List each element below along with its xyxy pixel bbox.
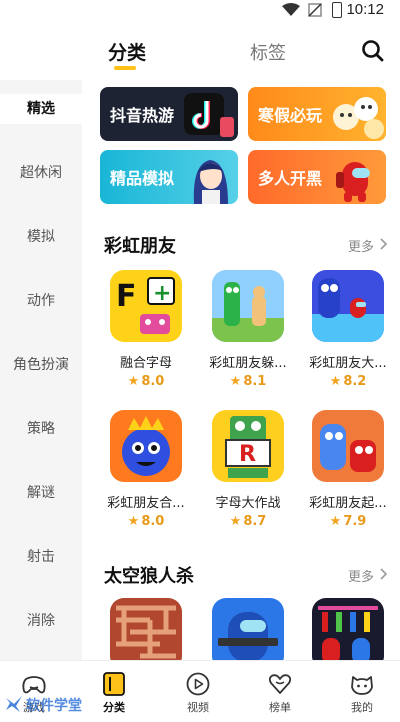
- active-tab-underline: [114, 66, 136, 70]
- status-time: 10:12: [346, 1, 384, 18]
- sidebar-item-hypercasual[interactable]: 超休闲: [0, 158, 82, 188]
- game-rating: ★ 8.0: [127, 514, 165, 529]
- star-icon: ★: [229, 374, 242, 389]
- star-icon: ★: [127, 514, 140, 529]
- star-icon: ★: [329, 514, 342, 529]
- game-icon-rainbow-hide: [212, 270, 284, 342]
- game-card[interactable]: F + 融合字母 ★ 8.0: [100, 270, 192, 390]
- svg-text:+: +: [153, 281, 171, 306]
- game-card[interactable]: 彩虹朋友躲... ★ 8.1: [202, 270, 294, 390]
- sidebar-item-shooting[interactable]: 射击: [0, 542, 82, 572]
- nav-label: 视频: [187, 701, 209, 714]
- tab-category[interactable]: 分类: [108, 38, 146, 65]
- game-icon-space-race: [312, 598, 384, 660]
- heart-icon: [268, 674, 292, 694]
- banner-winter-must-play[interactable]: 寒假必玩: [248, 87, 386, 141]
- cat-icon: [351, 676, 373, 695]
- game-rating: ★ 8.2: [329, 374, 367, 389]
- sidebar-item-puzzle[interactable]: 解谜: [0, 478, 82, 508]
- game-name: 彩虹朋友起...: [309, 496, 387, 511]
- game-card[interactable]: R 字母大作战 ★ 8.7: [202, 410, 294, 530]
- game-name: 融合字母: [119, 356, 172, 371]
- chevron-right-icon[interactable]: [380, 568, 388, 580]
- game-name: 彩虹朋友合...: [107, 496, 185, 511]
- game-icon-rainbow-rise: [312, 410, 384, 482]
- watermark-text: 软件学堂: [26, 698, 82, 714]
- star-icon: ★: [127, 374, 140, 389]
- sidebar-item-simulation[interactable]: 模拟: [0, 222, 82, 252]
- nav-label: 榜单: [269, 701, 291, 714]
- no-signal-icon: [308, 3, 322, 17]
- game-name: 字母大作战: [215, 496, 281, 511]
- game-icon-rainbow-big: [312, 270, 384, 342]
- game-icon-rainbow-merge: [110, 410, 182, 482]
- cartoon-chars-art: [333, 97, 384, 139]
- nav-item-video[interactable]: 视频: [168, 671, 228, 717]
- banner-label: 抖音热游: [110, 106, 175, 125]
- game-rating: ★ 8.0: [127, 374, 165, 389]
- game-card[interactable]: [302, 598, 394, 660]
- game-name: 彩虹朋友大...: [309, 356, 387, 371]
- among-us-crewmate-art: [336, 162, 370, 202]
- nav-item-mine[interactable]: 我的: [332, 671, 392, 717]
- top-tab-bar: 分类 标签: [0, 30, 400, 74]
- anime-girl-art: [193, 160, 228, 204]
- game-rating: ★ 8.1: [229, 374, 267, 389]
- battery-icon: [332, 2, 342, 18]
- svg-text:R: R: [239, 442, 256, 467]
- game-rating: ★ 8.7: [229, 514, 267, 529]
- section-title: 彩虹朋友: [104, 236, 176, 257]
- nav-item-ranking[interactable]: 榜单: [250, 671, 310, 717]
- watermark: 软件学堂: [4, 694, 96, 718]
- game-icon-space-maze: [110, 598, 182, 660]
- wifi-icon: [282, 3, 300, 16]
- banner-multiplayer[interactable]: 多人开黑: [248, 150, 386, 204]
- sidebar-item-action[interactable]: 动作: [0, 286, 82, 316]
- game-card[interactable]: [202, 598, 294, 660]
- tab-tags[interactable]: 标签: [250, 39, 286, 65]
- game-icon-letter-merge: F +: [110, 270, 182, 342]
- game-icon-alphabet-battle: R: [212, 410, 284, 482]
- status-bar: 10:12: [0, 0, 400, 22]
- star-icon: ★: [329, 374, 342, 389]
- nav-label: 我的: [351, 701, 373, 714]
- sidebar-item-strategy[interactable]: 策略: [0, 414, 82, 444]
- game-card[interactable]: 彩虹朋友合... ★ 8.0: [100, 410, 192, 530]
- svg-text:F: F: [116, 279, 137, 314]
- game-card[interactable]: [100, 598, 192, 660]
- game-rating: ★ 7.9: [329, 514, 367, 529]
- category-icon: [103, 672, 125, 696]
- game-card[interactable]: 彩虹朋友起... ★ 7.9: [302, 410, 394, 530]
- watermark-logo-icon: [6, 696, 22, 712]
- play-icon: [186, 672, 210, 696]
- sidebar-item-match[interactable]: 消除: [0, 606, 82, 636]
- game-icon-space-shooter: [212, 598, 284, 660]
- banner-label: 精品模拟: [110, 169, 175, 188]
- chevron-right-icon[interactable]: [380, 238, 388, 250]
- game-name: 彩虹朋友躲...: [209, 356, 287, 371]
- banner-douyin-hot[interactable]: 抖音热游: [100, 87, 238, 141]
- section-more-link[interactable]: 更多: [348, 236, 374, 255]
- section-more-link[interactable]: 更多: [348, 566, 374, 585]
- section-title: 太空狼人杀: [104, 566, 194, 587]
- game-card[interactable]: 彩虹朋友大... ★ 8.2: [302, 270, 394, 390]
- star-icon: ★: [229, 514, 242, 529]
- banner-label: 多人开黑: [258, 169, 323, 188]
- banner-label: 寒假必玩: [258, 106, 323, 125]
- search-icon[interactable]: [360, 38, 386, 64]
- sidebar-item-featured[interactable]: 精选: [0, 94, 82, 124]
- tiktok-logo-icon: [184, 93, 234, 137]
- banner-premium-simulation[interactable]: 精品模拟: [100, 150, 238, 204]
- sidebar-item-roleplay[interactable]: 角色扮演: [0, 350, 82, 380]
